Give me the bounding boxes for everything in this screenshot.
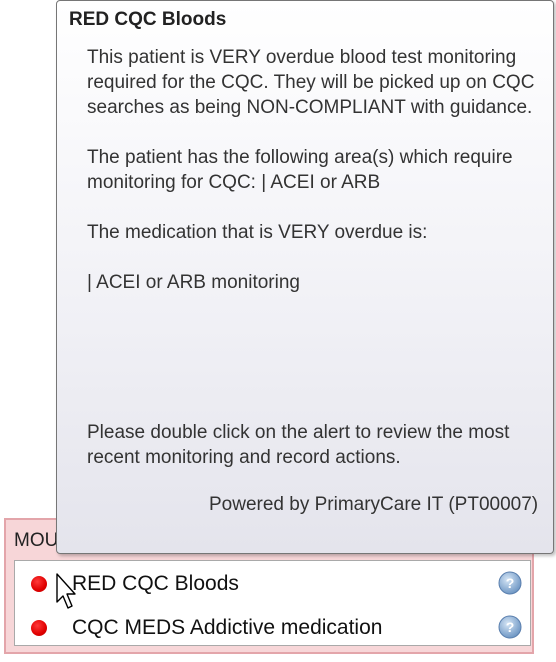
tooltip-instructions: Please double click on the alert to revi… [87, 420, 547, 470]
alert-item-label: CQC MEDS Addictive medication [72, 616, 383, 639]
alerts-list: RED CQC Bloods ? CQC MEDS Addictive medi… [14, 560, 531, 646]
tooltip-paragraph: Please double click on the alert to revi… [87, 422, 510, 468]
svg-text:?: ? [506, 575, 515, 591]
alert-item-red-cqc-bloods[interactable]: RED CQC Bloods ? [15, 563, 530, 605]
tooltip-paragraph: This patient is VERY overdue blood test … [87, 47, 535, 118]
tooltip-paragraph: The medication that is VERY overdue is: [87, 222, 428, 243]
svg-text:?: ? [506, 619, 515, 635]
screen: MOU RED CQC Bloods ? CQC MEDS Addictive … [0, 0, 556, 662]
alert-tooltip: RED CQC Bloods This patient is VERY over… [56, 0, 554, 554]
red-status-dot-icon [31, 620, 47, 636]
tooltip-footer: Powered by PrimaryCare IT (PT00007) [209, 494, 539, 515]
help-icon[interactable]: ? [498, 615, 522, 639]
red-status-dot-icon [31, 576, 47, 592]
tooltip-body: This patient is VERY overdue blood test … [87, 45, 547, 295]
mouse-pointer-icon [56, 573, 76, 609]
tooltip-paragraph: The patient has the following area(s) wh… [87, 147, 513, 193]
help-icon[interactable]: ? [498, 571, 522, 595]
alerts-panel-header: MOU [14, 530, 59, 551]
alert-item-cqc-meds-addictive[interactable]: CQC MEDS Addictive medication ? [15, 607, 530, 649]
alert-item-label: RED CQC Bloods [72, 572, 239, 595]
tooltip-title: RED CQC Bloods [69, 9, 227, 30]
tooltip-paragraph: | ACEI or ARB monitoring [87, 272, 300, 293]
